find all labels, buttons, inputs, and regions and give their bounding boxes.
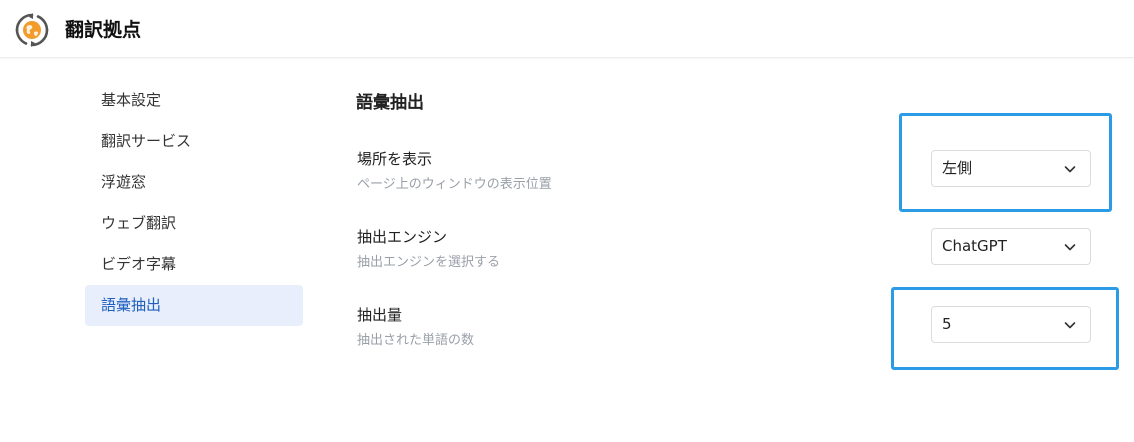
- chevron-down-icon: [1064, 166, 1076, 173]
- sidebar-item-translation-service[interactable]: 翻訳サービス: [85, 121, 303, 162]
- display-position-label: 場所を表示: [357, 150, 433, 168]
- sidebar-item-floating-window[interactable]: 浮遊窓: [85, 162, 303, 203]
- sidebar-item-video-subtitles[interactable]: ビデオ字幕: [85, 244, 303, 285]
- app-header: 翻訳拠点: [0, 0, 1134, 58]
- extraction-engine-value: ChatGPT: [942, 237, 1007, 255]
- extraction-amount-value: 5: [942, 315, 952, 333]
- display-position-description: ページ上のウィンドウの表示位置: [357, 177, 552, 192]
- sidebar-item-vocabulary-extraction[interactable]: 語彙抽出: [85, 285, 303, 326]
- sidebar: 基本設定 翻訳サービス 浮遊窓 ウェブ翻訳 ビデオ字幕 語彙抽出: [85, 80, 303, 326]
- section-title: 語彙抽出: [356, 93, 424, 113]
- extraction-amount-select[interactable]: 5: [931, 306, 1091, 343]
- sidebar-item-basic-settings[interactable]: 基本設定: [85, 80, 303, 121]
- display-position-select[interactable]: 左側: [931, 150, 1091, 187]
- sidebar-item-web-translation[interactable]: ウェブ翻訳: [85, 203, 303, 244]
- extraction-amount-label: 抽出量: [357, 306, 403, 324]
- app-title: 翻訳拠点: [65, 19, 142, 41]
- extraction-engine-description: 抽出エンジンを選択する: [357, 255, 501, 270]
- chevron-down-icon: [1064, 322, 1076, 329]
- extraction-engine-label: 抽出エンジン: [357, 228, 448, 246]
- extraction-amount-description: 抽出された単語の数: [357, 333, 475, 348]
- extraction-engine-select[interactable]: ChatGPT: [931, 228, 1091, 265]
- logo-icon: [15, 13, 49, 47]
- chevron-down-icon: [1064, 244, 1076, 251]
- display-position-value: 左側: [942, 159, 973, 177]
